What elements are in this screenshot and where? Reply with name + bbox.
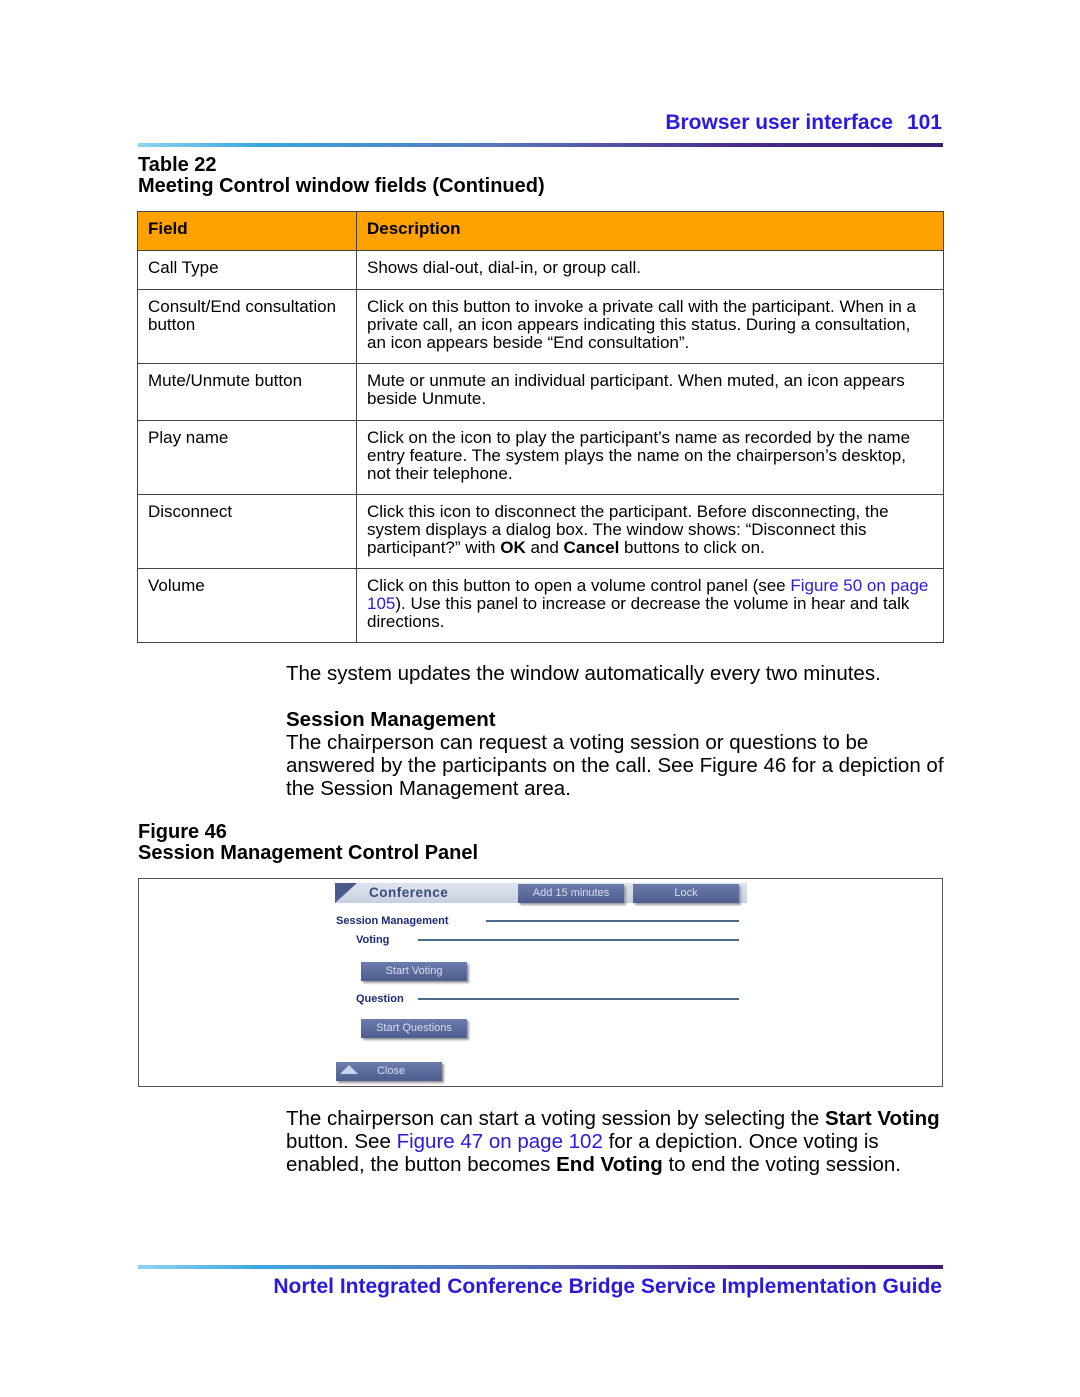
field-cell: Mute/Unmute button <box>137 363 357 421</box>
bold-text: Start Voting <box>825 1107 940 1130</box>
divider <box>486 920 739 922</box>
text: to end the voting session. <box>662 1153 901 1176</box>
description-cell: Click this icon to disconnect the partic… <box>356 494 944 569</box>
table-title: Meeting Control window fields (Continued… <box>138 175 545 197</box>
field-cell: Play name <box>137 420 357 495</box>
description-cell: Click on this button to invoke a private… <box>356 289 944 364</box>
figure-number: Figure 46 <box>138 821 227 843</box>
table-row: Play name Click on the icon to play the p… <box>137 420 944 495</box>
column-header: Field <box>137 211 357 251</box>
text: ). Use this panel to increase or decreas… <box>367 594 910 631</box>
table-row: Volume Click on this button to open a vol… <box>137 568 944 643</box>
figure-47-link[interactable]: Figure 47 on page 102 <box>397 1130 603 1153</box>
description-cell: Mute or unmute an individual participant… <box>356 363 944 421</box>
divider <box>418 998 739 1000</box>
triangle-up-icon <box>340 1065 358 1074</box>
figure-title: Session Management Control Panel <box>138 842 479 864</box>
column-header: Description <box>356 211 944 251</box>
running-header: Browser user interface 101 <box>665 111 942 135</box>
footer-title: Nortel Integrated Conference Bridge Serv… <box>273 1275 942 1298</box>
text: button. See <box>286 1130 397 1153</box>
table-row: Mute/Unmute button Mute or unmute an indi… <box>137 363 944 421</box>
field-cell: Call Type <box>137 250 357 290</box>
paragraph: The chairperson can request a voting ses… <box>286 731 944 800</box>
table-row: Call Type Shows dial-out, dial-in, or gro… <box>137 250 944 290</box>
close-label: Close <box>376 1065 406 1077</box>
table-header-row: Field Description <box>137 211 944 251</box>
field-cell: Disconnect <box>137 494 357 569</box>
field-cell: Consult/End consultation button <box>137 289 357 364</box>
page-number: 101 <box>906 111 942 134</box>
table-number: Table 22 <box>138 154 217 176</box>
field-cell: Volume <box>137 568 357 643</box>
session-management-panel: Conference Add 15 minutes Lock Session M… <box>138 878 943 1087</box>
add-15-minutes-button[interactable]: Add 15 minutes <box>518 884 624 903</box>
bold-text: End Voting <box>556 1153 663 1176</box>
figure-caption: Figure 46 Session Management Control Pane… <box>138 822 478 864</box>
session-management-label: Session Management <box>336 915 449 927</box>
question-label: Question <box>356 993 404 1005</box>
table-caption: Table 22 Meeting Control window fields (C… <box>138 155 545 197</box>
description-cell: Click on the icon to play the participan… <box>356 420 944 495</box>
corner-triangle-icon <box>335 883 357 903</box>
start-voting-button[interactable]: Start Voting <box>361 962 467 981</box>
voting-label: Voting <box>356 934 390 946</box>
table-row: Disconnect Click this icon to disconnect … <box>137 494 944 569</box>
description-cell: Click on this button to open a volume co… <box>356 568 944 643</box>
header-rule <box>138 143 943 147</box>
text: Click on this button to open a volume co… <box>367 576 791 595</box>
bold-text: OK <box>500 538 526 557</box>
section-heading: Session Management <box>286 708 496 731</box>
text: buttons to click on. <box>619 538 765 557</box>
paragraph: The system updates the window automatica… <box>286 662 881 685</box>
header-section: Browser user interface <box>665 111 893 134</box>
lock-button[interactable]: Lock <box>633 884 739 903</box>
bold-text: Cancel <box>563 538 620 557</box>
start-questions-button[interactable]: Start Questions <box>361 1019 467 1038</box>
text: and <box>525 538 564 557</box>
panel-title: Conference <box>369 885 449 900</box>
divider <box>418 939 739 941</box>
paragraph: The chairperson can start a voting sessi… <box>286 1107 946 1176</box>
footer-rule <box>138 1265 943 1269</box>
table-row: Consult/End consultation button Click on … <box>137 289 944 364</box>
close-button[interactable]: Close <box>336 1062 442 1081</box>
session-section: Session Management The chairperson can re… <box>286 708 946 800</box>
description-cell: Shows dial-out, dial-in, or group call. <box>356 250 944 290</box>
fields-table: Field Description Call Type Shows dial-out… <box>137 211 944 643</box>
text: The chairperson can start a voting sessi… <box>286 1107 825 1130</box>
